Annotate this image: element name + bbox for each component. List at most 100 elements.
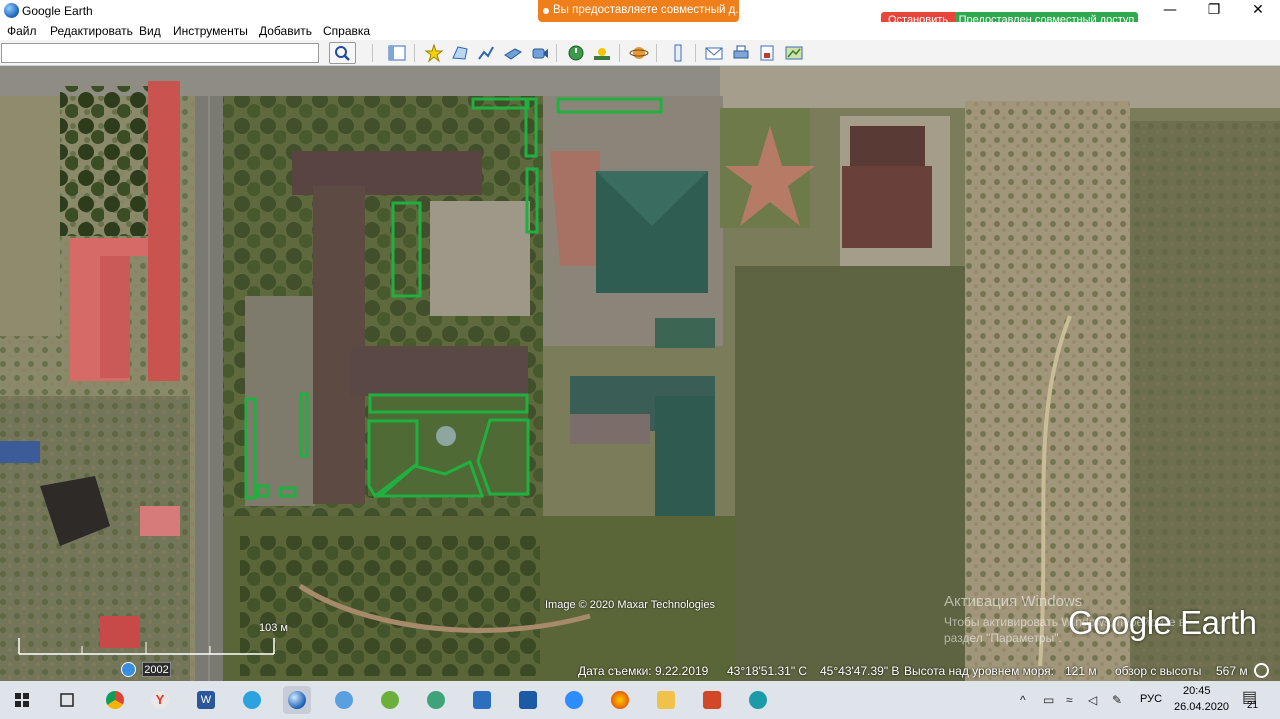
taskbar-app-green[interactable] [376,686,404,714]
polygon-icon [452,46,468,60]
windows-activation-title: Активация Windows [944,593,1083,610]
menu-file[interactable]: Файл [7,24,37,38]
save-image-button[interactable] [757,43,777,63]
ruler-icon [674,44,682,62]
window-title: Google Earth [22,4,93,18]
record-tour-icon [532,48,548,59]
sidebar-toggle-icon [388,45,406,61]
taskbar-yandex[interactable]: Y [146,686,174,714]
share-banner-text: Вы предоставляете совместный д... [553,4,739,16]
streaming-indicator-icon [1254,663,1269,678]
notification-count: 21 [1247,700,1259,711]
share-dot-icon [543,8,549,14]
eye-altitude-label: обзор с высоты [1115,664,1202,678]
volume-icon[interactable]: ◁ [1088,693,1097,707]
clock-time[interactable]: 20:45 [1183,685,1211,697]
historical-imagery-button[interactable] [566,43,586,63]
google-earth-icon [288,691,306,709]
chrome-icon [106,691,124,709]
toolbar-separator [695,44,696,62]
placemark-button[interactable] [424,43,444,63]
maximize-button[interactable]: ❐ [1191,0,1237,22]
task-view-button[interactable] [53,686,81,714]
window-icon [473,691,491,709]
menu-add[interactable]: Добавить [259,24,312,38]
image-overlay-icon [504,48,522,60]
menu-bar: Файл Редактировать Вид Инструменты Добав… [0,22,1280,40]
path-icon [478,46,494,60]
image-credit: Image © 2020 Maxar Technologies [545,599,715,611]
record-tour-button[interactable] [530,43,550,63]
taskbar-app-window[interactable] [468,686,496,714]
print-button[interactable] [731,43,751,63]
task-view-icon [60,693,74,707]
input-language[interactable]: РУС [1140,693,1162,705]
windows-logo-icon [15,693,29,707]
view-in-maps-button[interactable] [784,43,804,63]
latitude: 43°18'51.31" С [727,664,808,678]
clock-date[interactable]: 26.04.2020 [1174,701,1229,713]
yandex-browser-icon: Y [151,691,169,709]
email-button[interactable] [704,43,724,63]
polygon-button[interactable] [450,43,470,63]
taskbar-magnifier[interactable] [330,686,358,714]
toolbar [0,40,1280,66]
taskbar-zoom[interactable] [560,686,588,714]
taskbar-chrome[interactable] [101,686,129,714]
toolbar-separator [619,44,620,62]
zoom-icon [565,691,583,709]
tray-chevron-icon[interactable]: ^ [1020,693,1026,707]
longitude: 45°43'47.39" В [820,664,900,678]
taskbar-app-globe[interactable] [422,686,450,714]
sunlight-icon [594,48,610,60]
toolbar-separator [556,44,557,62]
menu-edit[interactable]: Редактировать [50,24,133,38]
folder-icon [657,691,675,709]
powerpoint-icon [703,691,721,709]
scale-bar [18,638,275,655]
print-icon [733,45,749,59]
taskbar-google-earth[interactable] [283,686,311,714]
title-bar: Google Earth Вы предоставляете совместны… [0,0,1280,28]
taskbar-telegram[interactable] [238,686,266,714]
satellite-imagery[interactable] [0,66,1280,681]
eye-altitude-value: 567 м [1216,664,1248,678]
search-input[interactable] [1,43,319,63]
ruler-button[interactable] [668,43,688,63]
menu-view[interactable]: Вид [139,24,161,38]
menu-help[interactable]: Справка [323,24,370,38]
status-line: Дата съемки: 9.22.2019 43°18'51.31" С 45… [0,661,1280,681]
start-button[interactable] [8,686,36,714]
map-viewport[interactable]: Image © 2020 Maxar Technologies Активаци… [0,66,1280,681]
sidebar-toggle-button[interactable] [387,43,407,63]
taskbar-video[interactable] [514,686,542,714]
app-icon [749,691,767,709]
word-icon: W [197,691,215,709]
taskbar-word[interactable]: W [192,686,220,714]
wifi-icon[interactable]: ≈ [1066,693,1073,707]
minimize-button[interactable]: — [1147,0,1193,22]
path-button[interactable] [476,43,496,63]
telegram-icon [243,691,261,709]
google-earth-watermark: Google Earth [1068,604,1257,641]
toolbar-separator [414,44,415,62]
pen-icon[interactable]: ✎ [1112,693,1122,707]
screen-share-banner[interactable]: Вы предоставляете совместный д... [538,0,739,22]
image-overlay-button[interactable] [503,43,523,63]
taskbar-powerpoint[interactable] [698,686,726,714]
capture-date: Дата съемки: 9.22.2019 [578,664,709,678]
globe-icon [427,691,445,709]
close-button[interactable]: ✕ [1235,0,1280,22]
toolbar-separator [656,44,657,62]
battery-icon[interactable]: ▭ [1043,693,1054,707]
view-in-maps-icon [785,46,803,60]
menu-tools[interactable]: Инструменты [173,24,248,38]
app-icon [381,691,399,709]
planets-button[interactable] [629,43,649,63]
sunlight-button[interactable] [592,43,612,63]
taskbar-app-teal[interactable] [744,686,772,714]
video-player-icon [519,691,537,709]
taskbar-firefox[interactable] [606,686,634,714]
search-button[interactable] [329,42,356,64]
taskbar-explorer[interactable] [652,686,680,714]
